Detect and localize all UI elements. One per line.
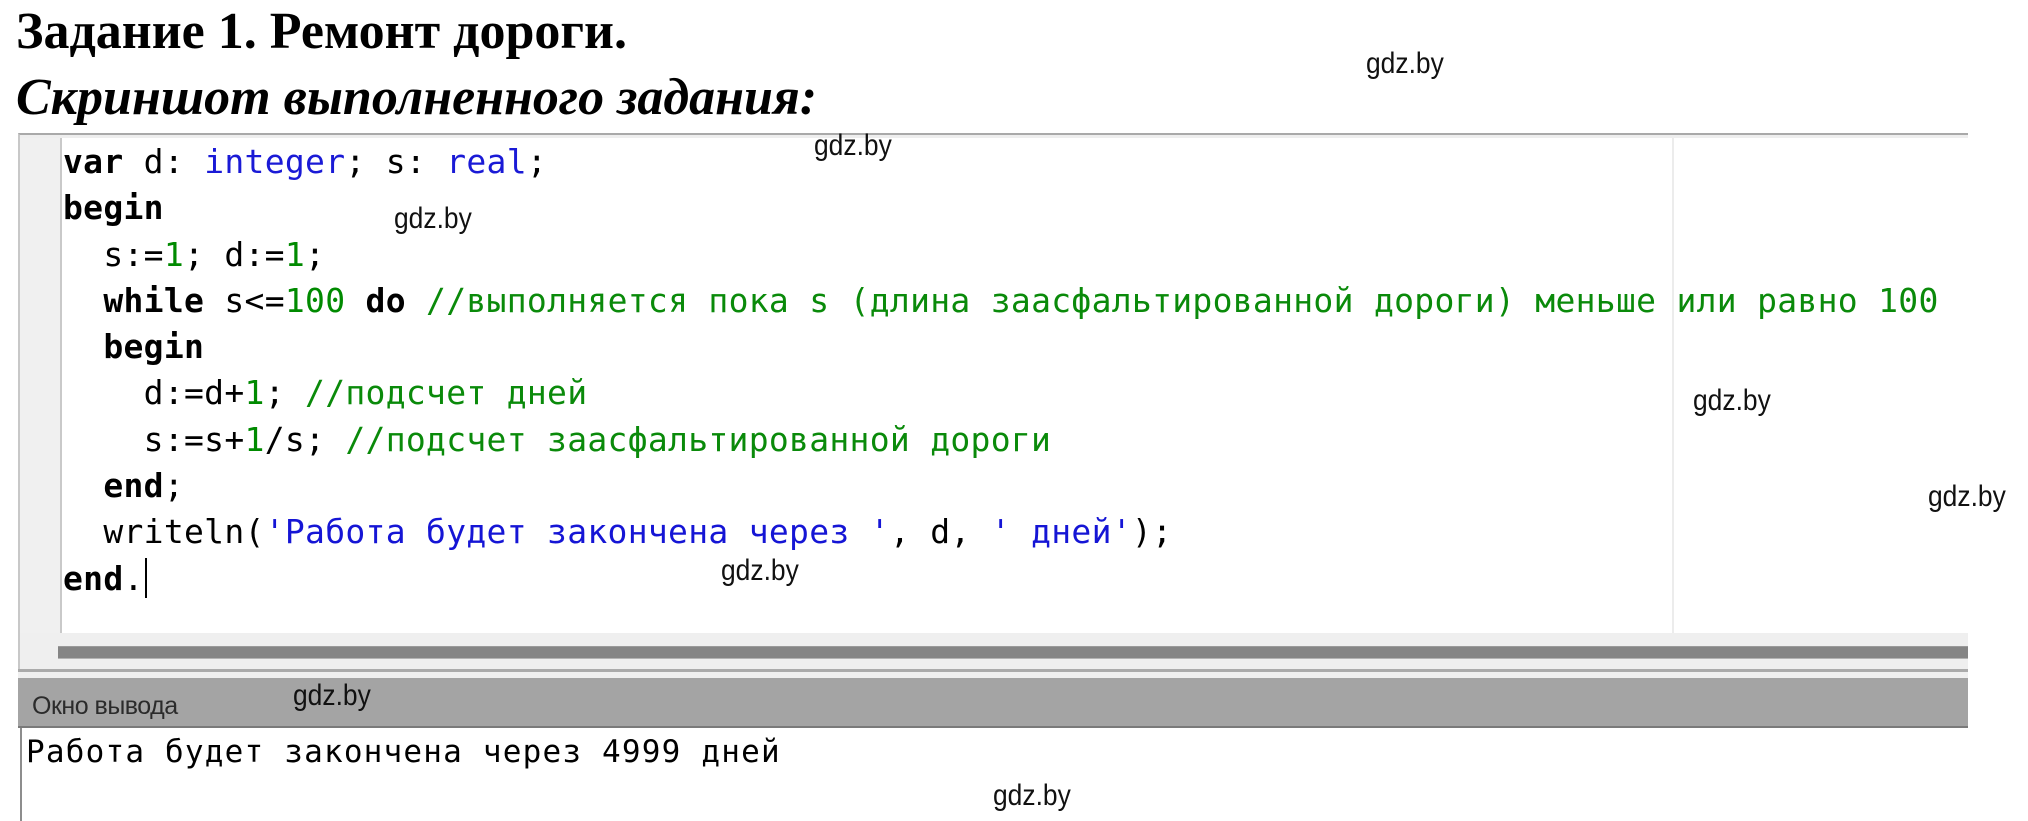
code-token-string: ' дней': [990, 512, 1132, 552]
code-token-text: ;: [163, 466, 185, 506]
code-token-keyword: end: [63, 466, 164, 506]
task-label: Задание 1.: [16, 3, 257, 60]
code-token-text: s:=: [63, 234, 164, 274]
code-token-number: 100: [284, 280, 346, 320]
code-token-text: /s;: [264, 419, 346, 459]
code-line[interactable]: while s<=100 do //выполняется пока s (дл…: [63, 278, 1939, 324]
code-token-type: real: [446, 142, 527, 181]
watermark: gdz.by: [1693, 384, 1771, 417]
scrollbar-thumb[interactable]: [58, 646, 1968, 659]
code-token-text: );: [1131, 512, 1173, 552]
code-token-string: 'Работа будет закончена через ': [264, 512, 890, 552]
watermark: gdz.by: [1928, 480, 2006, 513]
code-token-keyword: begin: [63, 327, 205, 367]
code-line[interactable]: s:=1; d:=1;: [63, 232, 1939, 278]
code-token-comment: //подсчет заасфальтированной дороги: [345, 419, 1052, 459]
panel-splitter[interactable]: [18, 669, 1968, 678]
code-token-text: s:=s+: [63, 419, 245, 459]
code-token-text: ;: [305, 234, 326, 274]
output-text: Работа будет закончена через 4999 дней: [26, 734, 781, 770]
output-panel-title: Окно вывода: [32, 692, 178, 720]
code-line[interactable]: s:=s+1/s; //подсчет заасфальтированной д…: [63, 417, 1939, 463]
code-token-keyword: end: [63, 558, 124, 598]
code-line[interactable]: end;: [63, 463, 1939, 509]
code-line[interactable]: end.: [63, 556, 1939, 602]
editor-gutter[interactable]: [20, 138, 62, 633]
code-token-text: , d,: [889, 512, 991, 552]
code-token-text: d:=d+: [63, 373, 245, 413]
code-token-number: 1: [244, 373, 265, 413]
text-cursor: [144, 557, 147, 598]
code-editor[interactable]: var d: integer; s: real; begin s:=1; d:=1…: [18, 133, 1968, 633]
code-line[interactable]: begin: [63, 324, 1939, 370]
editor-top-band: [20, 135, 1968, 138]
code-token-text: writeln(: [63, 512, 265, 552]
code-text[interactable]: var d: integer; s: real; begin s:=1; d:=1…: [63, 139, 1939, 602]
code-token-number: 1: [163, 234, 185, 274]
code-token-keyword: while: [63, 280, 205, 320]
watermark: gdz.by: [993, 779, 1071, 812]
code-token-text: ;: [264, 373, 306, 413]
code-token-text: d:: [123, 142, 205, 181]
watermark: gdz.by: [814, 129, 892, 162]
task-heading: Задание 1. Ремонт дороги.: [16, 2, 627, 62]
code-token-text: ; d:=: [184, 234, 285, 274]
code-line[interactable]: d:=d+1; //подсчет дней: [63, 370, 1939, 416]
code-token-keyword: do: [365, 280, 406, 320]
code-token-text: s<=: [204, 280, 285, 320]
watermark: gdz.by: [1366, 47, 1444, 80]
code-token-text: .: [123, 558, 144, 598]
code-token-comment: //выполняется пока s (длина заасфальтиро…: [405, 280, 1939, 320]
watermark: gdz.by: [721, 554, 799, 587]
code-token-comment: //подсчет дней: [305, 373, 588, 413]
task-title: Ремонт дороги.: [256, 3, 627, 60]
watermark: gdz.by: [394, 202, 472, 235]
code-token-text: ;: [526, 142, 548, 181]
code-line[interactable]: writeln('Работа будет закончена через ',…: [63, 509, 1939, 555]
editor-horizontal-scrollbar[interactable]: [18, 633, 1968, 669]
code-token-keyword: begin: [63, 188, 164, 228]
watermark: gdz.by: [293, 679, 371, 712]
code-token-type: integer: [204, 142, 346, 181]
code-token-number: 1: [284, 234, 306, 274]
code-line[interactable]: var d: integer; s: real;: [63, 139, 1939, 185]
code-token-keyword: var: [63, 142, 124, 181]
code-token-text: ; s:: [345, 142, 447, 181]
code-token-number: 1: [244, 419, 265, 459]
code-line[interactable]: begin: [63, 185, 1939, 231]
screenshot-subtitle: Скриншот выполненного задания:: [16, 69, 818, 126]
